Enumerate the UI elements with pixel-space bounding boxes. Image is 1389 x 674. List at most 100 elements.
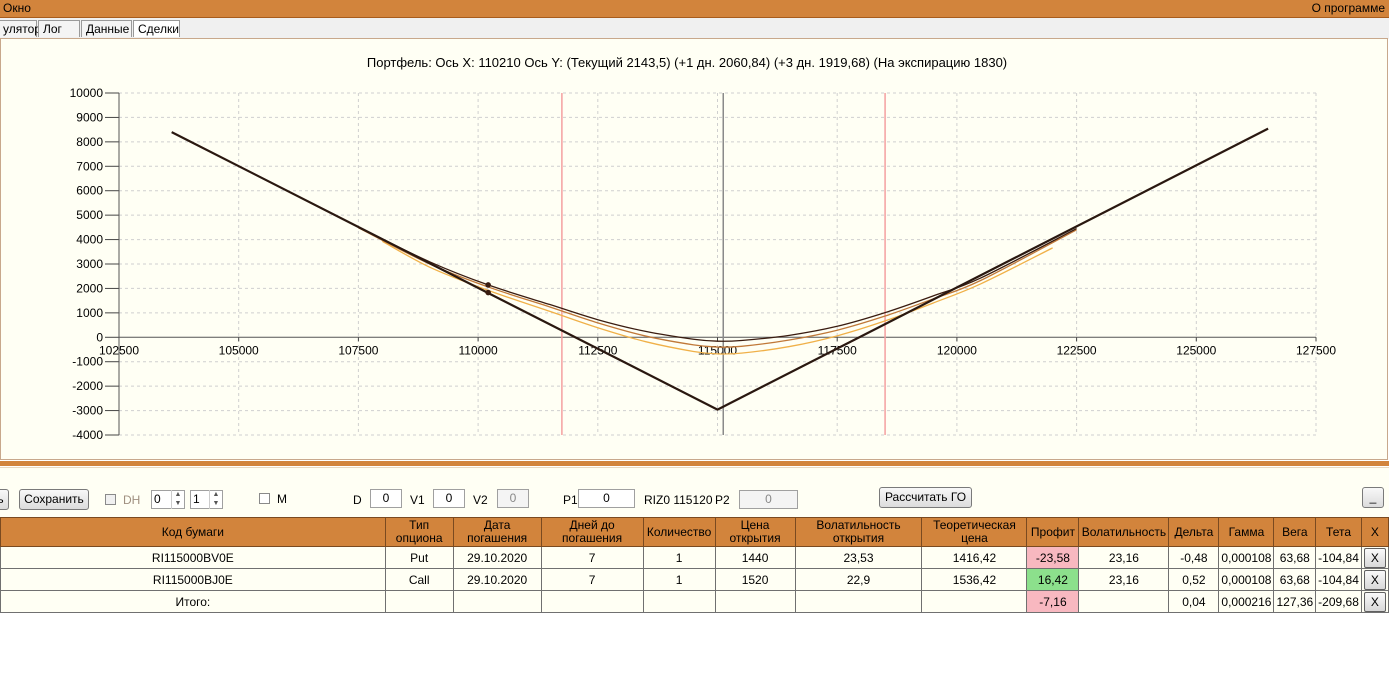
table-row[interactable]: RI115000BV0E Put 29.10.2020 7 1 1440 23,… xyxy=(0,546,1389,569)
col-vol[interactable]: Волатильность xyxy=(1078,517,1170,547)
series-line xyxy=(171,127,1269,411)
x-tick-label: 110000 xyxy=(459,343,498,357)
calculate-margin-button[interactable]: Рассчитать ГО xyxy=(879,487,972,508)
col-theo-price[interactable]: Теоретическая цена xyxy=(921,517,1028,547)
d-label: D xyxy=(353,493,362,507)
y-tick-label: 1000 xyxy=(76,306,103,320)
y-tick-label: 7000 xyxy=(76,159,103,173)
save-button[interactable]: Сохранить xyxy=(19,489,89,510)
chart-panel: Портфель: Ось X: 110210 Ось Y: (Текущий … xyxy=(0,38,1388,460)
y-tick-label: -1000 xyxy=(72,355,103,369)
y-tick-label: 2000 xyxy=(76,281,103,295)
col-gamma[interactable]: Гамма xyxy=(1218,517,1275,547)
p2-input[interactable]: 0 xyxy=(739,490,798,509)
col-open-vol[interactable]: Волатильность открытия xyxy=(794,517,923,547)
col-theta[interactable]: Тета xyxy=(1315,517,1362,547)
x-tick-label: 120000 xyxy=(937,343,977,357)
tab-deals[interactable]: Сделки xyxy=(133,20,180,37)
cell-delta: -0,48 xyxy=(1168,546,1220,569)
spin1-stepper[interactable]: ▲ ▼ xyxy=(171,490,184,509)
tab-log[interactable]: Лог xyxy=(38,20,80,37)
dh-checkbox[interactable] xyxy=(105,494,116,505)
cell-date: 29.10.2020 xyxy=(452,568,542,591)
cell-qty[interactable]: 1 xyxy=(642,546,716,569)
m-checkbox[interactable] xyxy=(259,493,270,504)
v2-label: V2 xyxy=(473,493,488,507)
cell-open[interactable]: 1440 xyxy=(714,546,796,569)
cell-empty xyxy=(794,590,923,613)
spin2-stepper[interactable]: ▲ ▼ xyxy=(209,490,222,509)
cell-empty xyxy=(384,590,454,613)
position-marker xyxy=(485,289,491,296)
col-vega[interactable]: Вега xyxy=(1273,517,1317,547)
v1-label: V1 xyxy=(410,493,425,507)
tab-calculator[interactable]: улятор xyxy=(0,20,41,37)
cell-empty xyxy=(921,590,1028,613)
x-tick-label: 115000 xyxy=(698,343,737,357)
cell-vol-open: 23,53 xyxy=(794,546,923,569)
dh-label: DH xyxy=(123,493,141,507)
cell-gamma: 0,000108 xyxy=(1218,546,1275,569)
m-label: M xyxy=(277,492,287,506)
y-tick-label: 9000 xyxy=(76,110,103,124)
cell-code: RI115000BJ0E xyxy=(0,568,386,591)
minimize-button[interactable]: _ xyxy=(1362,487,1384,508)
tab-strip: улятор Лог Данные Сделки xyxy=(0,18,1389,39)
y-tick-label: 8000 xyxy=(76,135,103,149)
options-table: Код бумаги Тип опциона Дата погашения Дн… xyxy=(0,517,1389,613)
cell-qty[interactable]: 1 xyxy=(642,568,716,591)
y-tick-label: -3000 xyxy=(72,404,103,418)
col-open-price[interactable]: Цена открытия xyxy=(714,517,796,547)
menu-about[interactable]: О программе xyxy=(1312,0,1385,16)
splitter[interactable] xyxy=(0,461,1389,466)
cell-theta: -104,84 xyxy=(1315,546,1362,569)
cell-vol: 23,16 xyxy=(1078,568,1170,591)
table-total-row: Итого: -7,16 0,04 0,000216 127,36 -209,6… xyxy=(0,590,1389,613)
table-row[interactable]: RI115000BJ0E Call 29.10.2020 7 1 1520 22… xyxy=(0,568,1389,591)
x-tick-label: 105000 xyxy=(219,343,259,357)
cell-profit: -23,58 xyxy=(1026,546,1080,569)
cell-open[interactable]: 1520 xyxy=(714,568,796,591)
load-button[interactable]: ь xyxy=(0,489,9,510)
col-code[interactable]: Код бумаги xyxy=(0,517,386,547)
p2-label: P2 xyxy=(715,493,730,507)
col-profit[interactable]: Профит xyxy=(1026,517,1080,547)
cell-type: Call xyxy=(384,568,454,591)
cell-delete: X xyxy=(1360,568,1389,591)
cell-empty xyxy=(1078,590,1170,613)
p1-input[interactable]: 0 xyxy=(578,489,635,508)
delete-all-button[interactable]: X xyxy=(1363,591,1386,612)
toolbar: ь Сохранить DH 0 ▲ ▼ 1 ▲ ▼ M D 0 V1 0 V2 0… xyxy=(0,467,1389,517)
d-input[interactable]: 0 xyxy=(370,489,402,508)
col-delta[interactable]: Дельта xyxy=(1168,517,1220,547)
x-tick-label: 107500 xyxy=(338,343,378,357)
delete-row-button[interactable]: X xyxy=(1363,569,1386,590)
cell-total-profit: -7,16 xyxy=(1026,590,1080,613)
cell-days: 7 xyxy=(540,546,644,569)
cell-empty xyxy=(714,590,796,613)
v1-input[interactable]: 0 xyxy=(433,489,465,508)
tab-data[interactable]: Данные xyxy=(81,20,132,37)
col-qty[interactable]: Количество xyxy=(642,517,716,547)
cell-delta: 0,52 xyxy=(1168,568,1220,591)
cell-type: Put xyxy=(384,546,454,569)
col-date[interactable]: Дата погашения xyxy=(452,517,542,547)
cell-vol: 23,16 xyxy=(1078,546,1170,569)
x-tick-label: 127500 xyxy=(1296,343,1336,357)
v2-input[interactable]: 0 xyxy=(497,489,529,508)
cell-gamma: 0,000108 xyxy=(1218,568,1275,591)
col-days[interactable]: Дней до погашения xyxy=(540,517,644,547)
cell-profit: 16,42 xyxy=(1026,568,1080,591)
cell-theta: -104,84 xyxy=(1315,568,1362,591)
cell-delete: X xyxy=(1360,546,1389,569)
x-tick-label: 125000 xyxy=(1176,343,1216,357)
cell-empty xyxy=(452,590,542,613)
y-tick-label: 5000 xyxy=(76,208,103,222)
col-type[interactable]: Тип опциона xyxy=(384,517,454,547)
cell-code: RI115000BV0E xyxy=(0,546,386,569)
menu-window[interactable]: Окно xyxy=(3,0,31,16)
menu-bar: Окно О программе xyxy=(0,0,1389,18)
y-tick-label: 4000 xyxy=(76,233,103,247)
cell-total-label: Итого: xyxy=(0,590,386,613)
delete-row-button[interactable]: X xyxy=(1363,547,1386,568)
